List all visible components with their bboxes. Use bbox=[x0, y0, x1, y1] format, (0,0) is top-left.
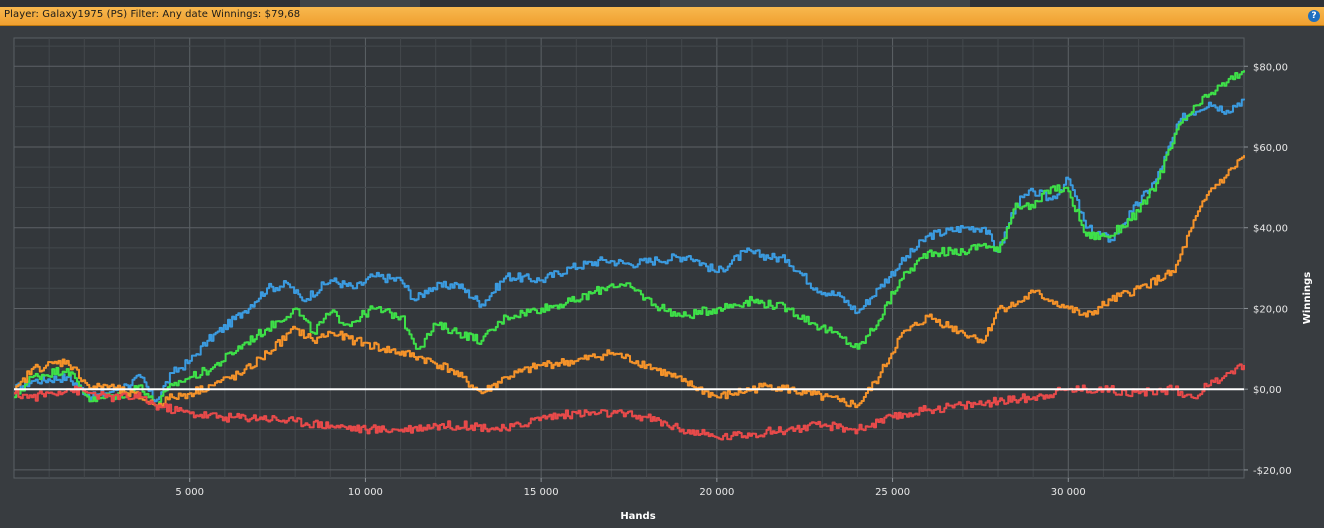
x-tick-label: 25 000 bbox=[875, 487, 910, 498]
y-tick-label: $80,00 bbox=[1253, 62, 1288, 73]
winnings-chart: 5 000 10 000 15 000 20 000 25 000 30 000 $80,… bbox=[13, 37, 1313, 522]
y-axis-label: Winnings bbox=[1302, 272, 1313, 324]
x-tick-label: 20 000 bbox=[699, 487, 734, 498]
x-tick-label: 30 000 bbox=[1051, 487, 1086, 498]
y-axis-ticks: $80,00 $60,00 $40,00 $20,00 $0,00 -$20,00 bbox=[1244, 62, 1292, 477]
y-tick-label: -$20,00 bbox=[1253, 466, 1292, 477]
y-tick-label: $0,00 bbox=[1253, 385, 1282, 396]
x-axis-ticks: 5 000 10 000 15 000 20 000 25 000 30 000 bbox=[175, 478, 1086, 498]
x-tick-label: 10 000 bbox=[348, 487, 383, 498]
y-tick-label: $40,00 bbox=[1253, 224, 1288, 235]
y-tick-label: $60,00 bbox=[1253, 143, 1288, 154]
x-tick-label: 15 000 bbox=[524, 487, 559, 498]
y-tick-label: $20,00 bbox=[1253, 304, 1288, 315]
x-tick-label: 5 000 bbox=[175, 487, 204, 498]
x-axis-label: Hands bbox=[620, 511, 655, 522]
